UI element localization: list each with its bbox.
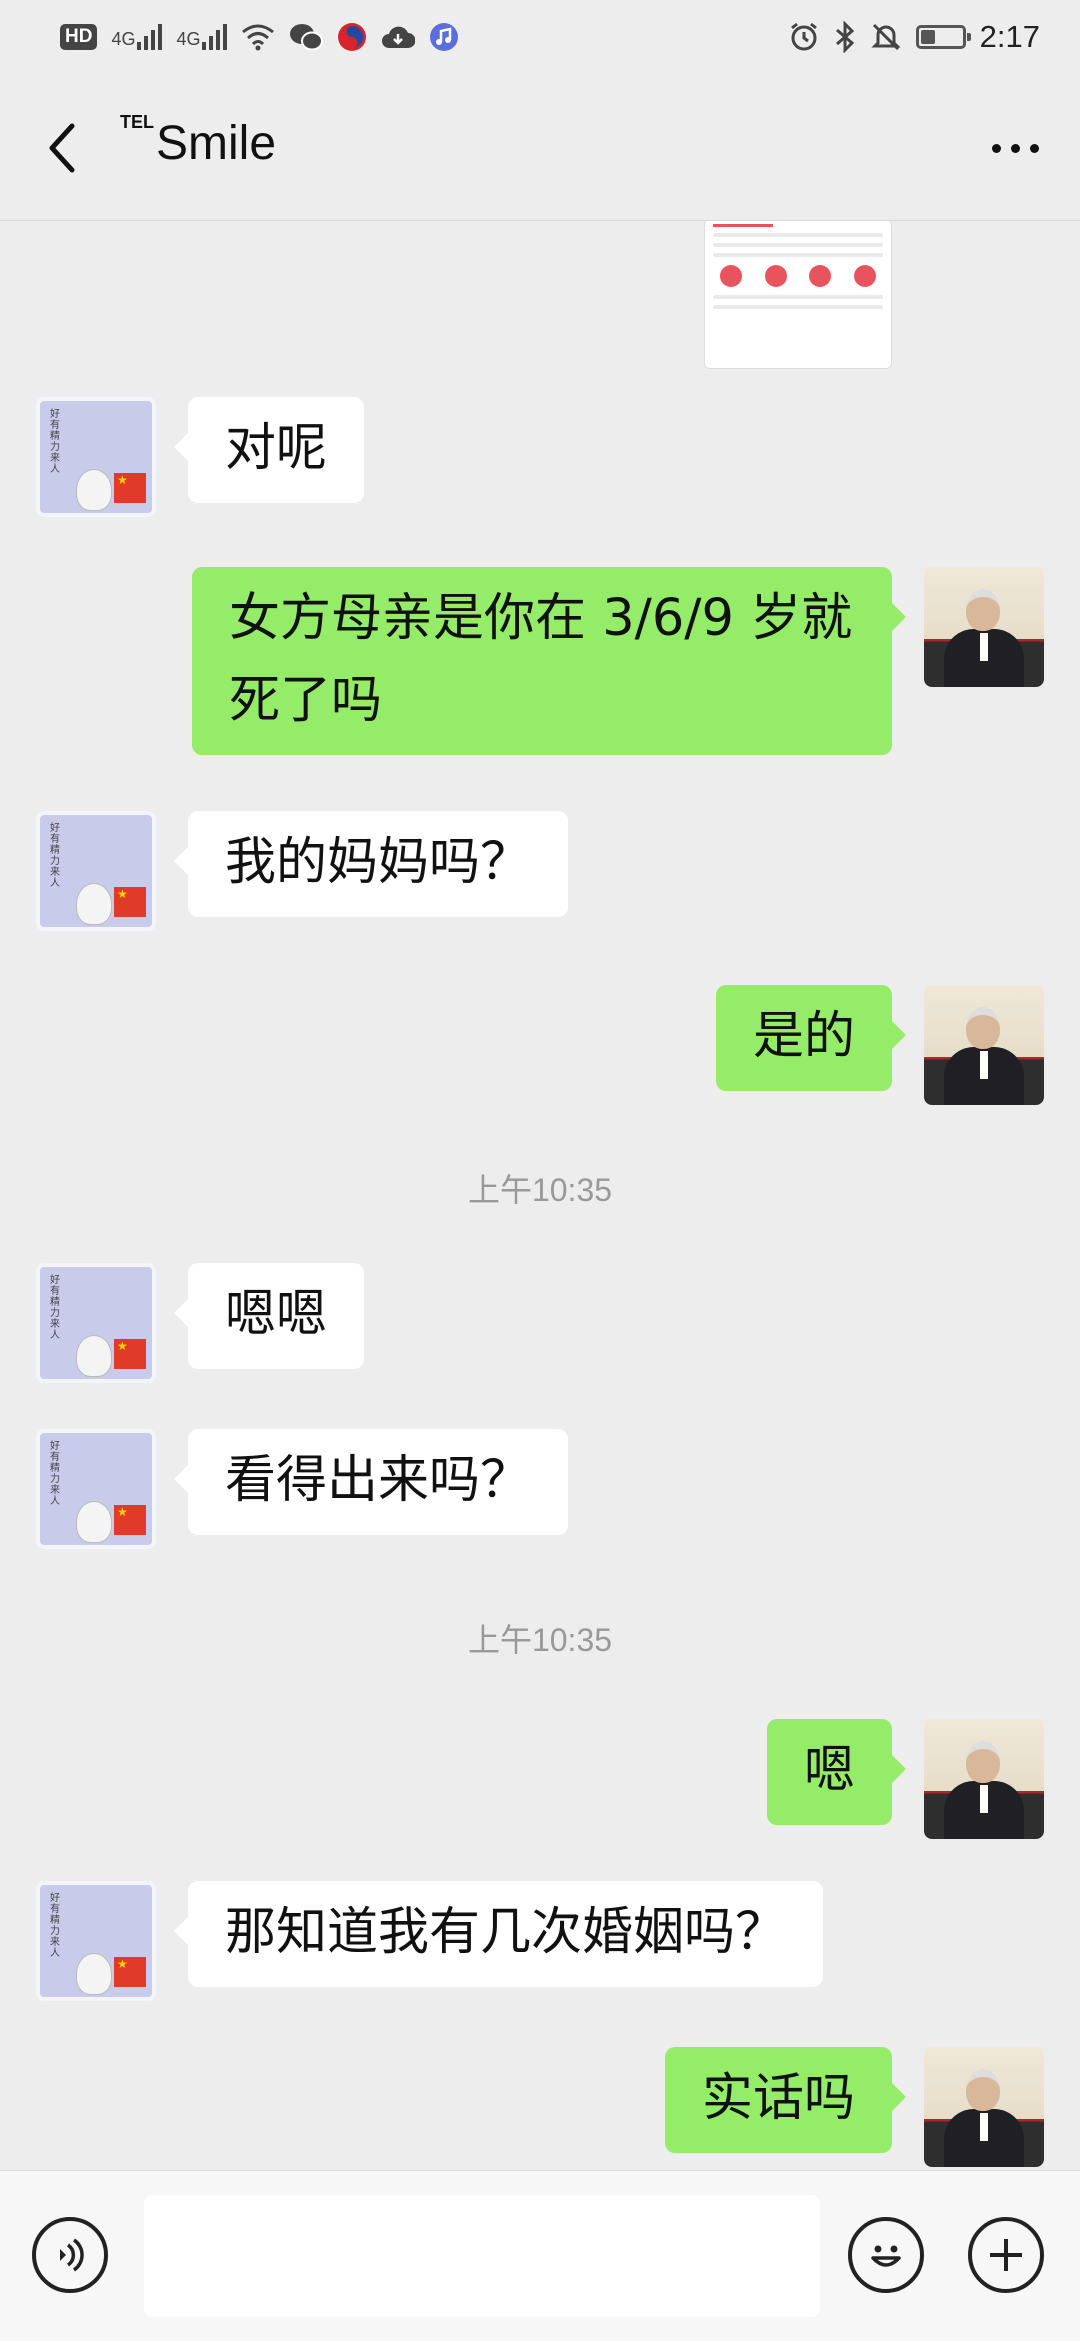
status-left: HD 4G 4G	[60, 22, 459, 52]
contact-avatar[interactable]: 好有精力来人	[36, 1429, 156, 1549]
bluetooth-icon	[835, 21, 854, 53]
avatar-text: 好有精力来人	[50, 823, 60, 889]
bunny-icon	[76, 1953, 112, 1995]
my-avatar[interactable]	[924, 1719, 1044, 1839]
contact-avatar[interactable]: 好有精力来人	[36, 1263, 156, 1383]
image-message[interactable]	[704, 221, 892, 369]
avatar-text: 好有精力来人	[50, 1275, 60, 1341]
message-bubble[interactable]: 是的	[715, 985, 907, 1091]
clock: 2:17	[979, 19, 1040, 54]
flag-icon	[114, 1505, 146, 1535]
avatar-text: 好有精力来人	[50, 1893, 60, 1959]
flag-icon	[114, 887, 146, 917]
avatar-text: 好有精力来人	[50, 1441, 60, 1507]
message-bubble[interactable]: 看得出来吗？	[173, 1429, 569, 1535]
back-arrow-icon[interactable]	[36, 118, 92, 178]
message-received: 好有精力来人 对呢	[36, 397, 365, 517]
message-input[interactable]	[144, 2195, 820, 2317]
network-type-2: 4G	[176, 29, 201, 49]
message-bubble[interactable]: 女方母亲是你在 3/6/9 岁就死了吗	[192, 567, 906, 755]
wechat-icon	[290, 24, 324, 51]
message-received: 好有精力来人 那知道我有几次婚姻吗？	[36, 1881, 824, 2001]
wifi-icon	[242, 24, 275, 51]
message-received: 好有精力来人 我的妈妈吗？	[36, 811, 569, 931]
bunny-icon	[76, 1335, 112, 1377]
cloud-icon	[382, 26, 416, 48]
avatar-text: 好有精力来人	[50, 409, 60, 475]
flag-icon	[114, 1957, 146, 1987]
voice-icon[interactable]	[32, 2217, 108, 2293]
message-sent: 嗯	[766, 1719, 1044, 1839]
flag-icon	[114, 473, 146, 503]
emoji-icon[interactable]	[848, 2217, 924, 2293]
contact-avatar[interactable]: 好有精力来人	[36, 811, 156, 931]
bunny-icon	[76, 883, 112, 925]
contact-name: Smile	[156, 117, 277, 170]
message-list[interactable]: 好有精力来人对呢女方母亲是你在 3/6/9 岁就死了吗好有精力来人我的妈妈吗？是…	[0, 221, 1080, 2170]
status-bar: HD 4G 4G 2:17	[0, 0, 1080, 74]
more-icon[interactable]	[980, 124, 1050, 172]
my-avatar[interactable]	[924, 985, 1044, 1105]
message-bubble[interactable]: 那知道我有几次婚姻吗？	[173, 1881, 824, 1987]
app-logo-icon	[338, 23, 367, 51]
message-bubble[interactable]: 嗯	[766, 1719, 907, 1825]
my-avatar[interactable]	[924, 567, 1044, 687]
message-bubble[interactable]: 实话吗	[664, 2047, 907, 2153]
flag-icon	[114, 1339, 146, 1369]
message-received: 好有精力来人 看得出来吗？	[36, 1429, 569, 1549]
bunny-icon	[76, 469, 112, 511]
hd-icon: HD	[60, 24, 98, 50]
status-right: 2:17	[788, 19, 1040, 55]
message-sent: 女方母亲是你在 3/6/9 岁就死了吗	[192, 567, 1044, 755]
network-type-1: 4G	[111, 29, 136, 49]
title-prefix: TEL	[120, 112, 154, 132]
contact-avatar[interactable]: 好有精力来人	[36, 1881, 156, 2001]
signal-icon: 4G	[111, 24, 163, 50]
contact-avatar[interactable]: 好有精力来人	[36, 397, 156, 517]
timestamp: 上午10:35	[467, 1622, 613, 1658]
signal-icon-2: 4G	[176, 24, 228, 50]
message-received: 好有精力来人 嗯嗯	[36, 1263, 365, 1383]
alarm-icon	[790, 22, 817, 51]
timestamp: 上午10:35	[467, 1172, 613, 1208]
plus-icon[interactable]	[968, 2217, 1044, 2293]
message-sent: 实话吗	[664, 2047, 1044, 2167]
mute-icon	[871, 23, 901, 51]
message-bubble[interactable]: 嗯嗯	[173, 1263, 365, 1369]
battery-icon	[915, 25, 971, 49]
my-avatar[interactable]	[924, 2047, 1044, 2167]
message-bubble[interactable]: 对呢	[173, 397, 365, 503]
message-bubble[interactable]: 我的妈妈吗？	[173, 811, 569, 917]
chat-header: TELSmile	[0, 74, 1080, 220]
chat-title: TELSmile	[120, 112, 277, 171]
music-app-icon	[430, 23, 459, 51]
input-bar	[0, 2170, 1080, 2341]
message-sent: 是的	[715, 985, 1044, 1105]
bunny-icon	[76, 1501, 112, 1543]
